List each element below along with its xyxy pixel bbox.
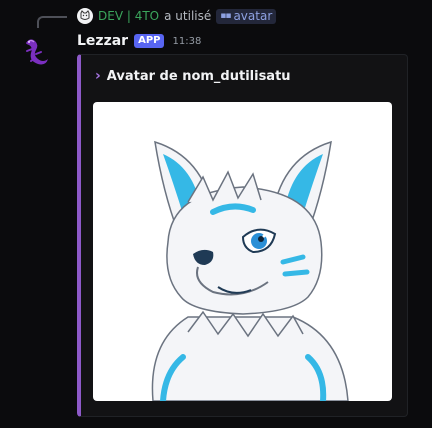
message-header: Lezzar APP 11:38 (77, 31, 201, 51)
cat-face-icon[interactable] (77, 8, 93, 24)
avatar-image[interactable] (93, 102, 392, 401)
reply-connector (37, 16, 67, 28)
embed-card: › Avatar de nom_dutilisatu (77, 54, 408, 417)
username[interactable]: Lezzar (77, 33, 128, 49)
purple-lizard-icon[interactable] (18, 33, 54, 69)
app-badge: APP (134, 34, 165, 48)
command-name: avatar (233, 8, 273, 23)
reply-context[interactable]: DEV | 4TO a utilisé ▪▪ avatar (77, 7, 277, 25)
slash-command-icon: ▪▪ (220, 10, 231, 21)
reply-action: a utilisé (164, 9, 212, 23)
command-mention[interactable]: ▪▪ avatar (216, 8, 277, 24)
reply-username[interactable]: DEV | 4TO (98, 9, 159, 23)
embed-title-text: Avatar de nom_dutilisatu (106, 68, 291, 84)
embed-title: › Avatar de nom_dutilisatu (95, 68, 291, 84)
chevron-right-icon: › (95, 68, 101, 84)
timestamp[interactable]: 11:38 (172, 36, 201, 47)
